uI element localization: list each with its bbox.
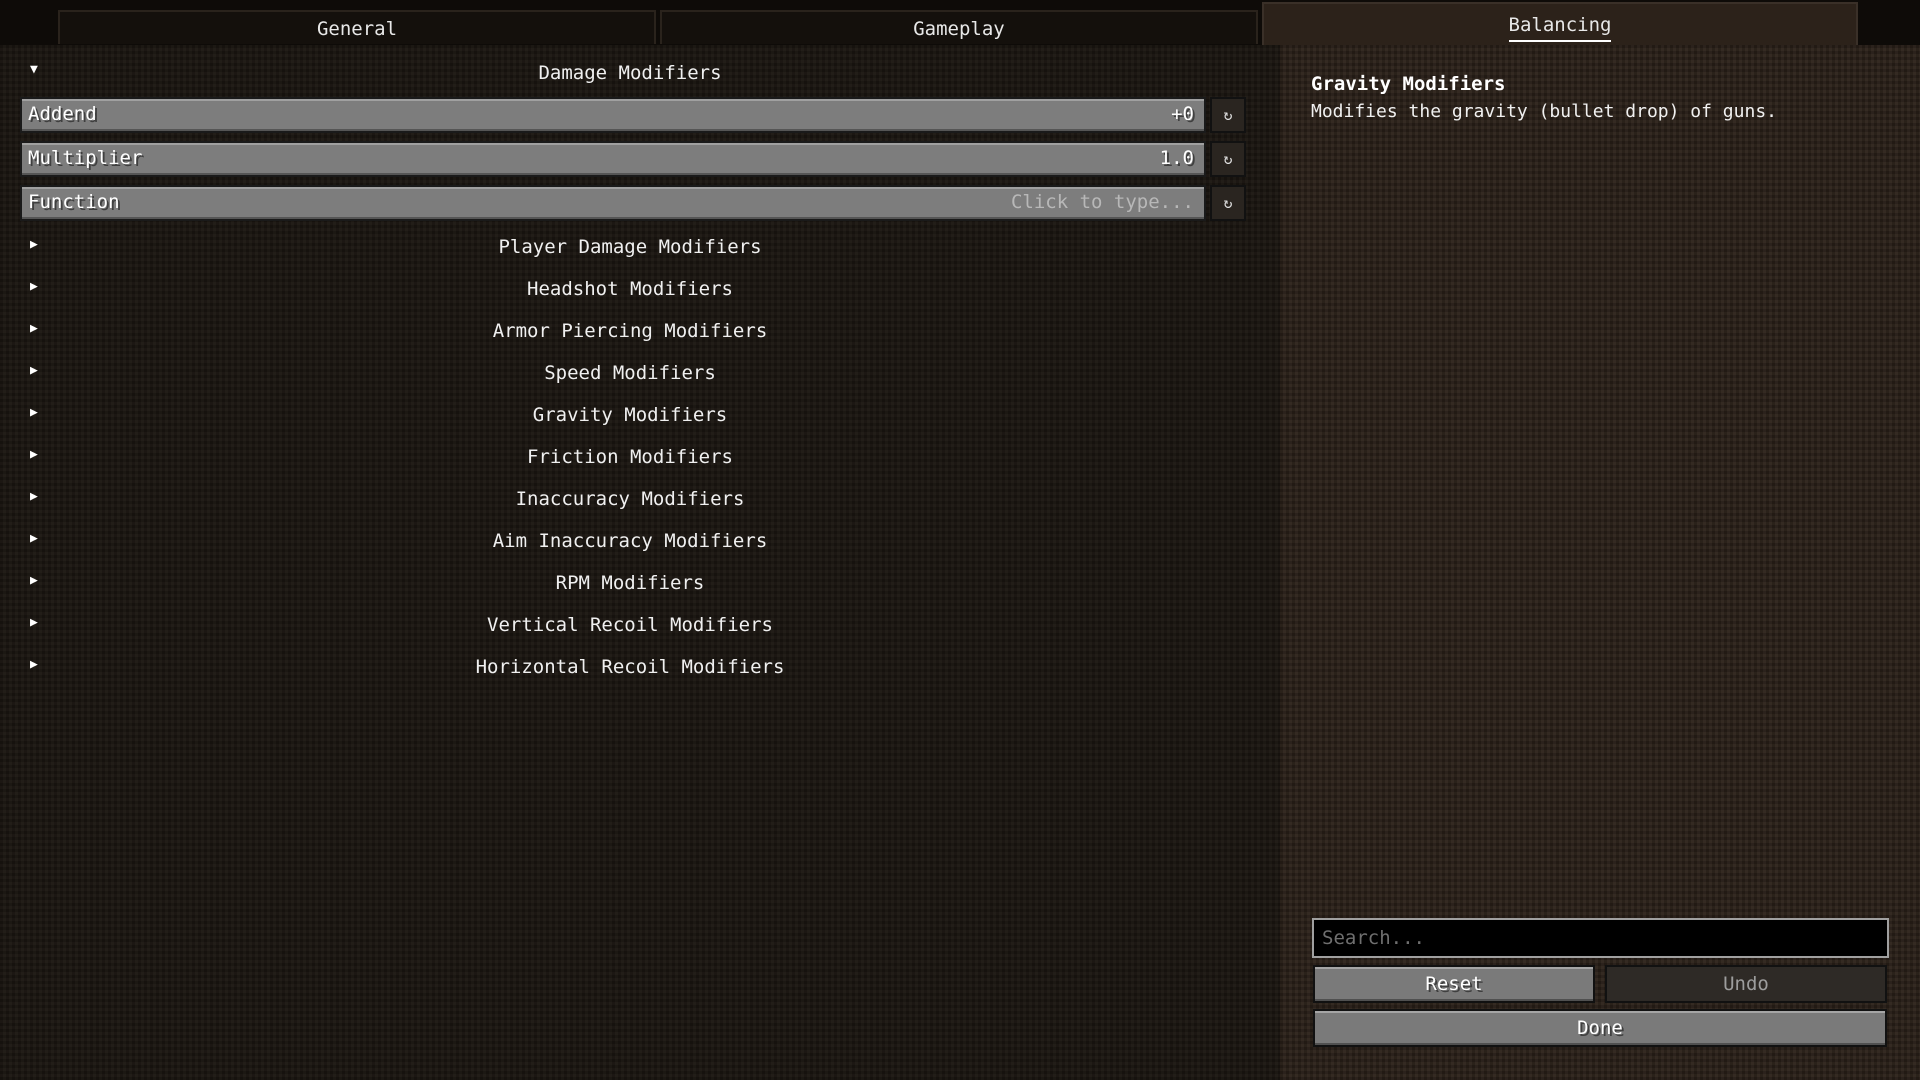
reset-arrow-icon[interactable]: ↻ xyxy=(1210,141,1246,177)
tab-bar: General Gameplay Balancing xyxy=(0,0,1920,45)
reset-arrow-icon[interactable]: ↻ xyxy=(1210,97,1246,133)
field-placeholder: Click to type... xyxy=(1010,191,1194,213)
section-title-player-damage[interactable]: Player Damage Modifiers xyxy=(40,236,1220,258)
section-title-aim-inaccuracy[interactable]: Aim Inaccuracy Modifiers xyxy=(40,530,1220,552)
tab-balancing[interactable]: Balancing xyxy=(1262,2,1858,45)
section-title-damage-modifiers[interactable]: Damage Modifiers xyxy=(40,62,1220,84)
field-value: 1.0 xyxy=(1159,147,1194,169)
section-title-friction[interactable]: Friction Modifiers xyxy=(40,446,1220,468)
section-title-armor-piercing[interactable]: Armor Piercing Modifiers xyxy=(40,320,1220,342)
search-input[interactable] xyxy=(1312,918,1889,958)
section-title-rpm[interactable]: RPM Modifiers xyxy=(40,572,1220,594)
section-title-headshot[interactable]: Headshot Modifiers xyxy=(40,278,1220,300)
field-label: Function xyxy=(28,191,120,213)
tab-gameplay[interactable]: Gameplay xyxy=(660,10,1258,44)
reset-button[interactable]: Reset xyxy=(1313,965,1595,1003)
field-value: +0 xyxy=(1171,103,1194,125)
section-title-speed[interactable]: Speed Modifiers xyxy=(40,362,1220,384)
tab-label: Gameplay xyxy=(913,18,1005,40)
tab-label: General xyxy=(316,18,398,40)
tab-label: Balancing xyxy=(1508,14,1612,42)
description-text: Modifies the gravity (bullet drop) of gu… xyxy=(1311,101,1777,122)
field-label: Addend xyxy=(28,103,97,125)
field-label: Multiplier xyxy=(28,147,143,169)
addend-field[interactable]: Addend +0 xyxy=(20,97,1206,133)
tab-general[interactable]: General xyxy=(58,10,656,44)
description-title: Gravity Modifiers xyxy=(1311,73,1506,95)
section-title-inaccuracy[interactable]: Inaccuracy Modifiers xyxy=(40,488,1220,510)
undo-button[interactable]: Undo xyxy=(1605,965,1887,1003)
done-button[interactable]: Done xyxy=(1313,1009,1887,1047)
section-title-horizontal-recoil[interactable]: Horizontal Recoil Modifiers xyxy=(40,656,1220,678)
section-title-gravity[interactable]: Gravity Modifiers xyxy=(40,404,1220,426)
section-title-vertical-recoil[interactable]: Vertical Recoil Modifiers xyxy=(40,614,1220,636)
function-field[interactable]: Function Click to type... xyxy=(20,185,1206,221)
reset-arrow-icon[interactable]: ↻ xyxy=(1210,185,1246,221)
multiplier-field[interactable]: Multiplier 1.0 xyxy=(20,141,1206,177)
